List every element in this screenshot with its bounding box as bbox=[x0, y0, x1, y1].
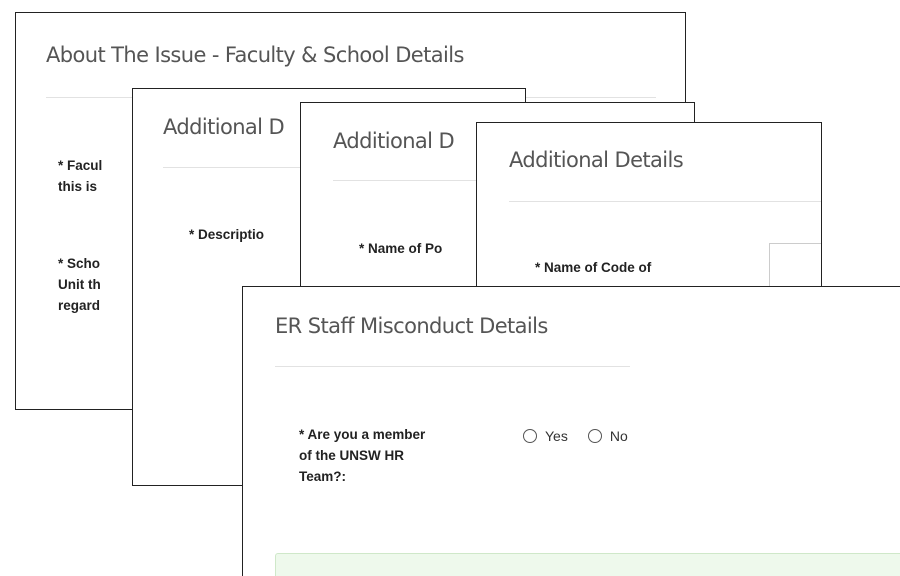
school-field-label: * Scho Unit th regard bbox=[58, 256, 101, 313]
misconduct-title: ER Staff Misconduct Details bbox=[275, 314, 548, 338]
code-of-conduct-field-label: * Name of Code of bbox=[535, 260, 652, 275]
policy-name-field-label: * Name of Po bbox=[359, 241, 443, 256]
hr-team-radio-group: Yes No bbox=[523, 428, 648, 444]
er-staff-misconduct-card: ER Staff Misconduct Details * Are you a … bbox=[242, 286, 900, 576]
faculty-school-title: About The Issue - Faculty & School Detai… bbox=[46, 43, 464, 67]
description-field-label: * Descriptio bbox=[189, 227, 265, 242]
title-divider bbox=[509, 201, 821, 202]
no-radio[interactable] bbox=[587, 429, 602, 443]
title-divider bbox=[275, 366, 630, 367]
yes-radio[interactable] bbox=[523, 429, 537, 443]
no-label: No bbox=[609, 428, 628, 444]
additional-details-title: Additional Details bbox=[509, 148, 684, 172]
additional-details-title: Additional D bbox=[333, 129, 455, 153]
additional-details-title: Additional D bbox=[163, 115, 285, 139]
no-option[interactable]: No bbox=[587, 428, 628, 444]
yes-label: Yes bbox=[545, 428, 568, 444]
faculty-field-label: * Facul this is bbox=[58, 158, 103, 194]
yes-option[interactable]: Yes bbox=[523, 428, 568, 444]
hr-team-question-label: * Are you a member of the UNSW HR Team?: bbox=[299, 427, 426, 484]
